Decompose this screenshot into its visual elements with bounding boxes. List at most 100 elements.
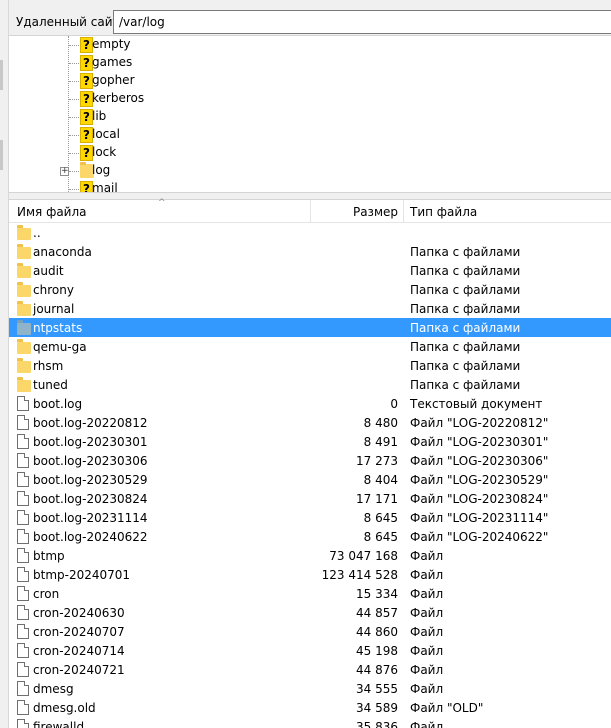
- file-type: Файл: [410, 549, 444, 563]
- remote-directory-tree[interactable]: ? empty? games? gopher? kerberos? lib? local? l…: [9, 36, 611, 192]
- file-name: tuned: [33, 378, 68, 392]
- file-name: anaconda: [33, 245, 92, 259]
- tree-item-lib[interactable]: ? lib: [9, 108, 611, 126]
- folder-icon: [17, 263, 31, 278]
- folder-icon: [17, 358, 31, 373]
- tree-item-mail[interactable]: ? mail: [9, 180, 611, 192]
- file-row[interactable]: dmesg.old 34 589 Файл "OLD": [9, 698, 611, 717]
- file-type: Файл "LOG-20230824": [410, 492, 549, 506]
- file-size: 8 404: [363, 473, 398, 487]
- expand-icon[interactable]: +: [60, 167, 69, 176]
- folder-row[interactable]: ..: [9, 223, 611, 242]
- column-divider[interactable]: [403, 200, 404, 223]
- file-type: Папка с файлами: [410, 340, 521, 354]
- file-row[interactable]: dmesg 34 555 Файл: [9, 679, 611, 698]
- file-row[interactable]: boot.log-20231114 8 645 Файл "LOG-20231114…: [9, 508, 611, 527]
- column-header-name[interactable]: Имя файла: [17, 200, 87, 223]
- column-header-size[interactable]: Размер: [353, 200, 398, 223]
- tree-item-lock[interactable]: ? lock: [9, 144, 611, 162]
- file-row[interactable]: cron-20240630 44 857 Файл: [9, 603, 611, 622]
- tree-item-kerberos[interactable]: ? kerberos: [9, 90, 611, 108]
- tree-item-empty[interactable]: ? empty: [9, 36, 611, 54]
- file-type: Текстовый документ: [410, 397, 543, 411]
- file-type: Файл: [410, 587, 444, 601]
- file-icon: [17, 681, 29, 696]
- file-name: chrony: [33, 283, 74, 297]
- file-row[interactable]: firewalld 35 836 Файл: [9, 717, 611, 728]
- file-row[interactable]: btmp 73 047 168 Файл: [9, 546, 611, 565]
- file-name: ntpstats: [33, 321, 83, 335]
- splitter-grip[interactable]: [0, 140, 3, 170]
- file-size: 8 491: [363, 435, 398, 449]
- file-row[interactable]: cron 15 334 Файл: [9, 584, 611, 603]
- tree-connector: [69, 63, 79, 64]
- folder-row[interactable]: tuned Папка с файлами: [9, 375, 611, 394]
- file-row[interactable]: boot.log-20230824 17 171 Файл "LOG-2023082…: [9, 489, 611, 508]
- file-name: dmesg: [33, 682, 74, 696]
- file-row[interactable]: cron-20240714 45 198 Файл: [9, 641, 611, 660]
- tree-item-local[interactable]: ? local: [9, 126, 611, 144]
- tree-item-label: gopher: [92, 73, 135, 87]
- file-row[interactable]: cron-20240721 44 876 Файл: [9, 660, 611, 679]
- folder-row[interactable]: journal Папка с файлами: [9, 299, 611, 318]
- file-icon: [17, 548, 29, 563]
- tree-connector: [69, 171, 79, 172]
- file-size: 44 860: [356, 625, 398, 639]
- file-row[interactable]: boot.log 0 Текстовый документ: [9, 394, 611, 413]
- folder-row[interactable]: audit Папка с файлами: [9, 261, 611, 280]
- file-name: btmp-20240701: [33, 568, 131, 582]
- pane-splitter[interactable]: [9, 192, 611, 200]
- file-type: Файл "LOG-20231114": [410, 511, 549, 525]
- tree-connector: [69, 153, 79, 154]
- folder-icon: [17, 244, 31, 259]
- remote-file-list[interactable]: .. anaconda Папка с файлами audit Папка с фа…: [9, 223, 611, 728]
- file-name: firewalld: [33, 720, 85, 728]
- tree-connector: [69, 189, 79, 190]
- file-icon: [17, 662, 29, 677]
- file-row[interactable]: boot.log-20230529 8 404 Файл "LOG-20230529…: [9, 470, 611, 489]
- tree-item-gopher[interactable]: ? gopher: [9, 72, 611, 90]
- file-row[interactable]: boot.log-20230301 8 491 Файл "LOG-20230301…: [9, 432, 611, 451]
- column-header-type[interactable]: Тип файла: [410, 200, 477, 223]
- file-name: audit: [33, 264, 64, 278]
- file-name: boot.log-20230306: [33, 454, 148, 468]
- file-name: boot.log-20230824: [33, 492, 148, 506]
- tree-item-games[interactable]: ? games: [9, 54, 611, 72]
- file-name: btmp: [33, 549, 65, 563]
- file-row[interactable]: cron-20240707 44 860 Файл: [9, 622, 611, 641]
- folder-row[interactable]: chrony Папка с файлами: [9, 280, 611, 299]
- file-size: 8 645: [363, 530, 398, 544]
- file-row[interactable]: boot.log-20240622 8 645 Файл "LOG-20240622…: [9, 527, 611, 546]
- file-icon: [17, 624, 29, 639]
- file-row[interactable]: boot.log-20230306 17 273 Файл "LOG-2023030…: [9, 451, 611, 470]
- file-name: boot.log-20230301: [33, 435, 148, 449]
- file-icon: [17, 529, 29, 544]
- tree-item-label: local: [92, 127, 120, 141]
- file-type: Папка с файлами: [410, 283, 521, 297]
- file-name: boot.log: [33, 397, 83, 411]
- tree-item-log[interactable]: + log: [9, 162, 611, 180]
- remote-path-input[interactable]: /var/log: [113, 10, 611, 34]
- file-type: Файл: [410, 606, 444, 620]
- file-icon: [17, 719, 29, 728]
- column-divider[interactable]: [310, 200, 311, 223]
- file-name: boot.log-20240622: [33, 530, 148, 544]
- file-type: Файл "LOG-20220812": [410, 416, 549, 430]
- file-size: 8 480: [363, 416, 398, 430]
- splitter-grip[interactable]: [0, 60, 3, 90]
- left-panel-edge: [0, 0, 9, 728]
- folder-icon: [17, 320, 31, 335]
- file-type: Файл: [410, 682, 444, 696]
- folder-row[interactable]: qemu-ga Папка с файлами: [9, 337, 611, 356]
- tree-item-label: mail: [92, 181, 118, 192]
- folder-icon: [17, 377, 31, 392]
- file-row[interactable]: btmp-20240701 123 414 528 Файл: [9, 565, 611, 584]
- file-name: boot.log-20220812: [33, 416, 148, 430]
- file-row[interactable]: boot.log-20220812 8 480 Файл "LOG-20220812…: [9, 413, 611, 432]
- tree-connector: [69, 45, 79, 46]
- folder-row[interactable]: rhsm Папка с файлами: [9, 356, 611, 375]
- folder-row[interactable]: anaconda Папка с файлами: [9, 242, 611, 261]
- file-type: Папка с файлами: [410, 378, 521, 392]
- folder-row[interactable]: ntpstats Папка с файлами: [9, 318, 611, 337]
- file-type: Файл "LOG-20230529": [410, 473, 549, 487]
